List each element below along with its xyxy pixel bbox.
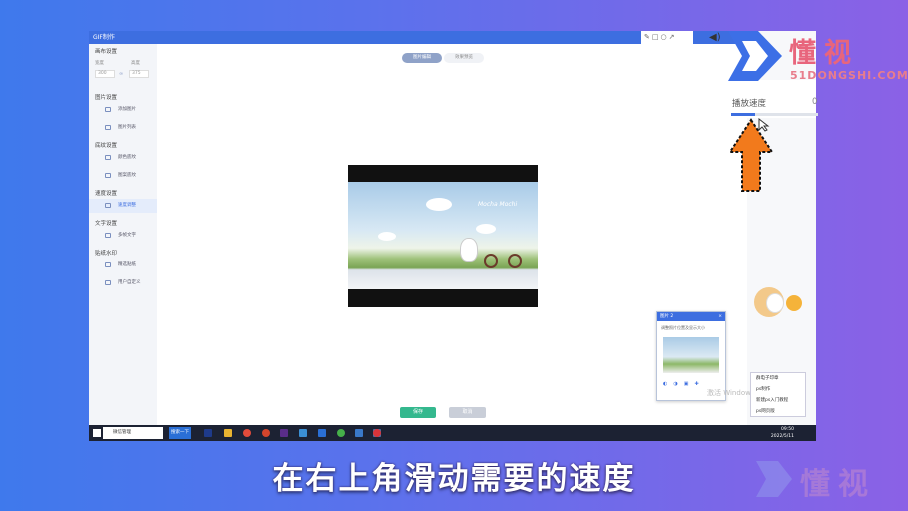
bike-wheel — [484, 254, 498, 268]
popup-text: 调整照片位置及显示大小 — [661, 325, 705, 330]
drawing-toolbar: ✎□○↗ — [641, 31, 693, 44]
taskbar-search-button[interactable]: 搜索一下 — [169, 427, 191, 439]
width-label: 宽度 — [95, 61, 104, 66]
sidebar-item-color-bg[interactable]: 颜色底纹 — [89, 151, 157, 165]
photoshop-icon[interactable] — [204, 429, 212, 437]
context-menu: 群电子印章 ps制作 新建ps入门教程 ps网页版 — [750, 372, 806, 417]
premiere-icon[interactable] — [280, 429, 288, 437]
sticker-icon — [105, 262, 111, 267]
sidebar-item-speed-adjust[interactable]: 速度调整 — [89, 199, 157, 213]
sidebar-item-custom[interactable]: 用户自定义 — [89, 276, 157, 290]
folder-icon[interactable] — [224, 429, 232, 437]
record-icon[interactable] — [373, 429, 381, 437]
speed-slider-fill — [731, 113, 756, 116]
video-caption: 在右上角滑动需要的速度 — [272, 461, 636, 497]
sidebar-item-label: 颜色底纹 — [118, 155, 136, 160]
speed-value: 0 — [812, 97, 818, 107]
brand-logo-icon — [728, 31, 782, 81]
close-icon[interactable]: × — [718, 312, 722, 321]
cartoon-sticker — [746, 283, 806, 321]
list-icon — [105, 125, 111, 130]
speaker-icon[interactable]: ◀) — [709, 32, 721, 43]
context-item[interactable]: ps制作 — [751, 384, 805, 395]
speed-icon — [105, 203, 111, 208]
pen-icon[interactable]: ✎ — [644, 33, 652, 41]
save-button[interactable]: 保存 — [400, 407, 436, 418]
gif-canvas[interactable]: Mocha Mochi — [348, 165, 538, 307]
sidebar-item-add-image[interactable]: 添加图片 — [89, 103, 157, 117]
popup-thumbnail[interactable] — [663, 337, 719, 373]
sidebar-item-label: 速度调整 — [118, 203, 136, 208]
desktop-screen: GIF制作 画布设置 宽度 高度 300 ∞ 375 图片设置 添加图片 图片列… — [89, 31, 816, 441]
height-label: 高度 — [131, 61, 140, 66]
image-icon — [105, 107, 111, 112]
pattern-icon — [105, 173, 111, 178]
brand-url: 51DONGSHI.COM — [790, 69, 908, 82]
rect-icon[interactable]: □ — [652, 33, 661, 41]
tab-edit[interactable]: 图片编辑 — [402, 53, 442, 63]
sidebar: 画布设置 宽度 高度 300 ∞ 375 图片设置 添加图片 图片列表 底纹设置… — [89, 44, 157, 428]
sidebar-item-frame-text[interactable]: 多帧文字 — [89, 229, 157, 243]
section-canvas: 画布设置 — [95, 49, 118, 55]
cursor-icon — [758, 118, 770, 132]
sidebar-item-label: 多帧文字 — [118, 233, 136, 238]
sidebar-item-image-list[interactable]: 图片列表 — [89, 121, 157, 135]
popup-title: 图片 2 — [660, 314, 674, 319]
speed-slider[interactable] — [731, 113, 818, 116]
context-item[interactable]: ps网页版 — [751, 406, 805, 417]
brand-name: 懂视 — [789, 38, 859, 69]
bunny-figure — [460, 238, 478, 262]
taskbar: 微信管理 搜索一下 09:50 2022/5/11 — [89, 425, 816, 441]
section-image: 图片设置 — [95, 95, 118, 101]
gif-frame-image: Mocha Mochi — [348, 182, 538, 289]
width-input[interactable]: 300 — [95, 70, 115, 78]
sidebar-item-label: 图案底纹 — [118, 173, 136, 178]
app-icon[interactable] — [318, 429, 326, 437]
text-icon — [105, 233, 111, 238]
bike-wheel — [508, 254, 522, 268]
section-background: 底纹设置 — [95, 143, 118, 149]
wechat-icon[interactable] — [337, 429, 345, 437]
sidebar-item-pattern-bg[interactable]: 图案底纹 — [89, 169, 157, 183]
section-speed: 速度设置 — [95, 191, 118, 197]
sidebar-item-label: 精选贴纸 — [118, 262, 136, 267]
sidebar-item-label: 添加图片 — [118, 107, 136, 112]
link-icon[interactable]: ∞ — [119, 71, 123, 77]
section-sticker: 贴纸水印 — [95, 251, 118, 257]
app-icon[interactable] — [299, 429, 307, 437]
sidebar-item-stickers[interactable]: 精选贴纸 — [89, 258, 157, 272]
watermark-text: Mocha Mochi — [478, 201, 518, 208]
windows-start-icon[interactable] — [93, 429, 101, 437]
sidebar-item-label: 用户自定义 — [118, 280, 141, 285]
user-icon — [105, 280, 111, 285]
app-icon[interactable] — [355, 429, 363, 437]
speed-label: 播放速度 — [732, 99, 767, 109]
taskbar-clock[interactable]: 09:50 2022/5/11 — [771, 426, 794, 440]
activate-windows: 激活 Windows — [707, 389, 755, 397]
context-item[interactable]: 群电子印章 — [751, 373, 805, 384]
chrome-icon[interactable] — [243, 429, 251, 437]
arrow-icon[interactable]: ↗ — [669, 33, 677, 41]
color-icon — [105, 155, 111, 160]
cancel-button[interactable]: 取消 — [449, 407, 486, 418]
tab-preview[interactable]: 效果预览 — [444, 53, 484, 63]
taskbar-search-input[interactable]: 微信管理 — [103, 427, 163, 439]
section-text: 文字设置 — [95, 221, 118, 227]
sidebar-item-label: 图片列表 — [118, 125, 136, 130]
height-input[interactable]: 375 — [129, 70, 149, 78]
context-item[interactable]: 新建ps入门教程 — [751, 395, 805, 406]
app-title: GIF制作 — [89, 31, 816, 44]
browser-icon[interactable] — [262, 429, 270, 437]
circle-icon[interactable]: ○ — [661, 33, 669, 41]
